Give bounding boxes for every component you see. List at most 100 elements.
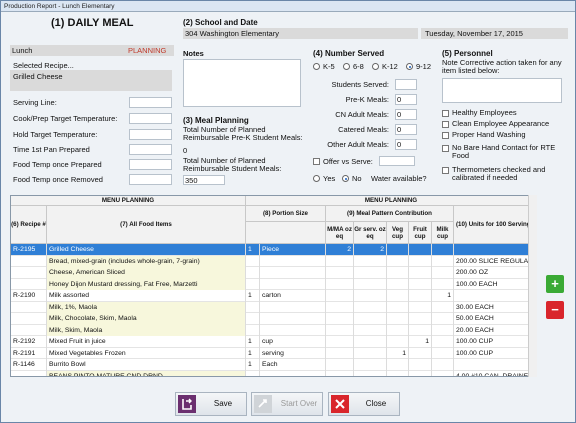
- units-column-header[interactable]: (10) Units for 100 Servings: [454, 206, 535, 244]
- food-column-header[interactable]: (7) All Food Items: [47, 206, 246, 244]
- grid-scrollbar[interactable]: [528, 195, 537, 377]
- cell-qty: 1: [246, 244, 260, 256]
- personnel-check-label: Thermometers checked and calibrated if n…: [452, 165, 546, 182]
- grade-radio[interactable]: [313, 63, 320, 70]
- cell-veg: [387, 301, 409, 313]
- grain-column-header[interactable]: Gr serv. oz eq: [354, 222, 387, 244]
- cell-recipe: [11, 324, 47, 336]
- student-meals-field[interactable]: 350: [183, 175, 225, 185]
- field-input[interactable]: [129, 129, 172, 140]
- cell-food: BEANS,PINTO,MATURE,CND,DRND: [47, 370, 246, 376]
- water-no-label: No: [352, 174, 362, 183]
- offer-vs-serve-field[interactable]: [379, 156, 415, 166]
- cell-recipe: [11, 267, 47, 279]
- cell-mm: [326, 278, 354, 290]
- field-input[interactable]: [129, 159, 172, 170]
- close-button[interactable]: Close: [328, 392, 400, 416]
- add-row-button[interactable]: +: [546, 275, 564, 293]
- cell-veg: [387, 359, 409, 371]
- fruit-column-header[interactable]: Fruit cup: [409, 222, 432, 244]
- table-row[interactable]: BEANS,PINTO,MATURE,CND,DRND 4.00 #10 CAN,…: [11, 370, 535, 377]
- cell-gr: [354, 313, 387, 325]
- recipe-column-header[interactable]: (6) Recipe #: [11, 206, 47, 244]
- table-row[interactable]: Honey Dijon Mustard dressing, Fat Free, …: [11, 278, 535, 291]
- served-input[interactable]: 0: [395, 139, 417, 150]
- meal-type: Lunch: [12, 46, 33, 55]
- start-over-button[interactable]: Start Over: [251, 392, 323, 416]
- served-value: 0: [397, 95, 402, 104]
- served-input[interactable]: [395, 79, 417, 90]
- menu-items-grid: MENU PLANNING MENU PLANNING (6) Recipe #…: [10, 195, 536, 377]
- cell-qty: [246, 370, 260, 376]
- cell-veg: [387, 255, 409, 267]
- personnel-checkbox[interactable]: [442, 132, 449, 139]
- start-over-label: Start Over: [280, 399, 318, 408]
- save-icon: [178, 395, 196, 413]
- table-row[interactable]: Milk, 1%, Maola 30.00 EACH: [11, 301, 535, 313]
- school-name: 304 Washington Elementary: [185, 29, 279, 38]
- water-yes-radio[interactable]: [313, 175, 320, 182]
- cell-veg: [387, 244, 409, 256]
- water-no-radio[interactable]: [342, 175, 349, 182]
- personnel-checkbox[interactable]: [442, 110, 449, 117]
- cell-units: 100.00 EACH: [454, 279, 535, 291]
- cell-recipe: R-2195: [11, 244, 47, 256]
- cell-food: Milk assorted: [47, 290, 246, 302]
- prek-meals-label: Total Number of Planned Reimbursable Pre…: [183, 125, 303, 142]
- served-input[interactable]: 0: [395, 94, 417, 105]
- selected-recipe-field[interactable]: Grilled Cheese: [10, 70, 172, 91]
- school-field: 304 Washington Elementary: [183, 28, 418, 39]
- table-row[interactable]: Cheese, American Sliced 200.00 OZ: [11, 267, 535, 279]
- cell-units: 4.00 #10 CAN, DRAINED: [454, 371, 535, 377]
- cell-units: [454, 244, 535, 256]
- field-input[interactable]: [129, 97, 172, 108]
- personnel-checkbox[interactable]: [442, 121, 449, 128]
- field-input[interactable]: [129, 113, 172, 124]
- served-input[interactable]: 0: [395, 124, 417, 135]
- table-row[interactable]: Milk, Skim, Maola 20.00 EACH: [11, 324, 535, 336]
- field-input[interactable]: [129, 174, 172, 185]
- notes-textarea[interactable]: [183, 59, 301, 107]
- cell-milk: [432, 267, 454, 279]
- grade-radio[interactable]: [372, 63, 379, 70]
- cell-gr: [354, 255, 387, 267]
- served-input[interactable]: 0: [395, 109, 417, 120]
- cell-mm: 2: [326, 244, 354, 256]
- grade-radio[interactable]: [406, 63, 413, 70]
- table-row[interactable]: Milk, Chocolate, Skim, Maola 50.00 EACH: [11, 313, 535, 325]
- table-row[interactable]: R-2190 Milk assorted 1 carton 1: [11, 290, 535, 302]
- cell-units: [454, 359, 535, 371]
- veg-column-header[interactable]: Veg cup: [387, 222, 409, 244]
- cell-mm: [326, 324, 354, 336]
- cell-recipe: R-1146: [11, 359, 47, 371]
- portion-column-header[interactable]: (8) Portion Size: [246, 206, 326, 222]
- remove-row-button[interactable]: −: [546, 301, 564, 319]
- save-button[interactable]: Save: [175, 392, 247, 416]
- table-row[interactable]: R-1146 Burrito Bowl 1 Each: [11, 359, 535, 371]
- table-row[interactable]: R-2195 Grilled Cheese 1 Piece 2 2: [11, 244, 535, 256]
- personnel-checkbox[interactable]: [442, 167, 449, 174]
- cell-food: Burrito Bowl: [47, 359, 246, 371]
- cell-mm: [326, 347, 354, 359]
- cell-food: Grilled Cheese: [47, 244, 246, 256]
- selected-recipe-value: Grilled Cheese: [13, 72, 63, 81]
- cell-fruit: [409, 359, 432, 371]
- cell-veg: [387, 267, 409, 279]
- cell-qty: [246, 255, 260, 267]
- personnel-checkbox[interactable]: [442, 145, 449, 152]
- table-row[interactable]: R-2192 Mixed Fruit in juice 1 cup 1 100.00 CU…: [11, 336, 535, 348]
- cell-mm: [326, 313, 354, 325]
- cell-food: Mixed Vegetables Frozen: [47, 347, 246, 359]
- grade-radio[interactable]: [343, 63, 350, 70]
- table-row[interactable]: Bread, mixed-grain (includes whole-grain…: [11, 255, 535, 267]
- cell-qty: 1: [246, 290, 260, 302]
- table-row[interactable]: R-2191 Mixed Vegetables Frozen 1 serving 1 10…: [11, 347, 535, 359]
- field-input[interactable]: [129, 144, 172, 155]
- milk-column-header[interactable]: Milk cup: [432, 222, 454, 244]
- mm-column-header[interactable]: M/MA oz eq: [326, 222, 354, 244]
- corrective-action-field[interactable]: [442, 78, 562, 103]
- served-value: 0: [397, 125, 402, 134]
- cell-recipe: [11, 278, 47, 290]
- field-label: Serving Line:: [13, 98, 57, 107]
- offer-vs-serve-checkbox[interactable]: [313, 158, 320, 165]
